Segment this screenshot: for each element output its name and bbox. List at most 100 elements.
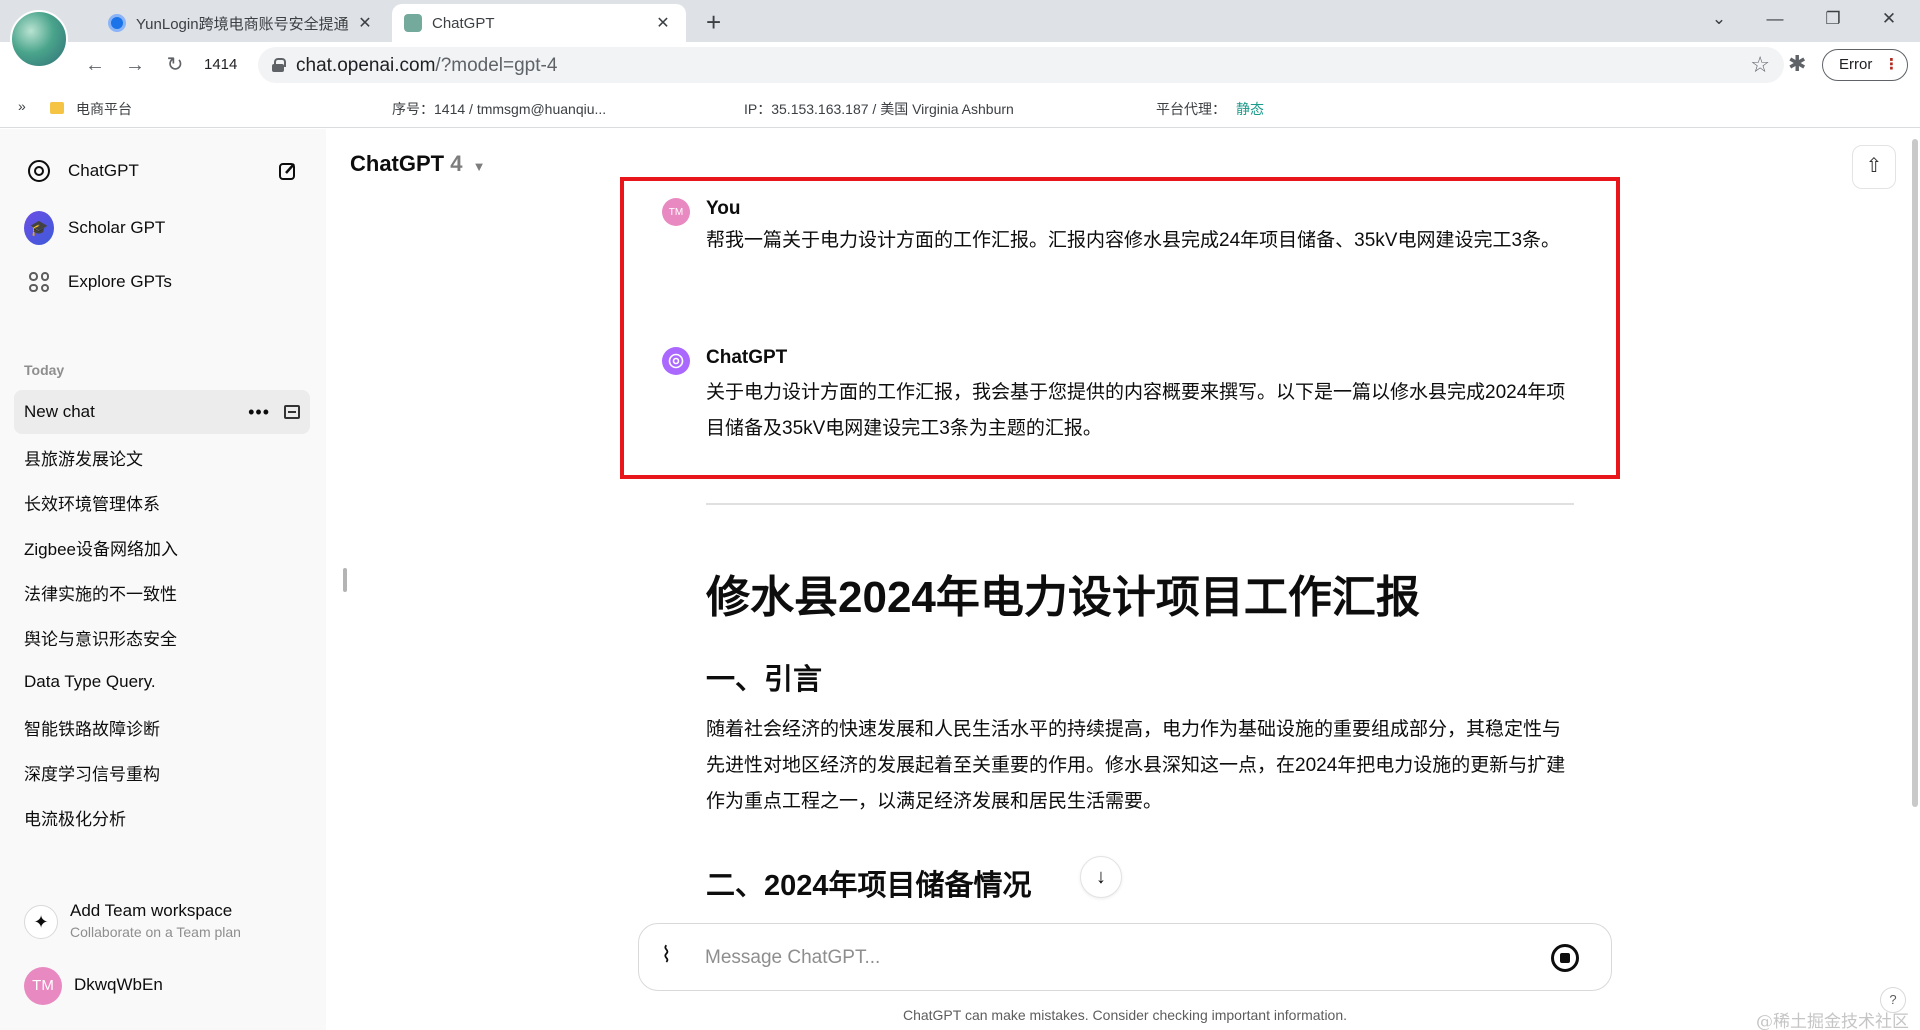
extensions-puzzle-icon[interactable]: ✱ bbox=[1788, 51, 1806, 77]
chat-item-active[interactable]: New chat ••• bbox=[14, 390, 310, 434]
user-message: TM You 帮我一篇关于电力设计方面的工作汇报。汇报内容修水县完成24年项目储… bbox=[662, 198, 1582, 278]
stop-generating-button[interactable] bbox=[1551, 944, 1579, 972]
profile-error-button[interactable]: Error ⋮ bbox=[1822, 49, 1908, 81]
paperclip-attach-icon[interactable]: ⌇ bbox=[661, 942, 672, 968]
model-selector[interactable]: ChatGPT 4 ▼ bbox=[350, 151, 486, 177]
report-title: 修水县2024年电力设计项目工作汇报 bbox=[706, 573, 1420, 622]
sidebar-item-explore-gpts[interactable]: Explore GPTs bbox=[14, 260, 310, 304]
chat-item[interactable]: 舆论与意识形态安全 bbox=[14, 615, 310, 659]
chat-item-label: 法律实施的不一致性 bbox=[24, 584, 177, 604]
browser-tab-bar: YunLogin跨境电商账号安全提通 ✕ ChatGPT ✕ + ⌄ — ❐ ✕ bbox=[0, 0, 1920, 68]
ip-info: IP：35.153.163.187 / 美国 Virginia Ashburn bbox=[744, 101, 1014, 117]
chevron-down-icon: ▼ bbox=[472, 159, 486, 174]
url-text[interactable]: chat.openai.com/?model=gpt-4 bbox=[296, 55, 557, 77]
disclaimer-text: ChatGPT can make mistakes. Consider chec… bbox=[902, 1007, 1348, 1023]
section-today: Today bbox=[24, 362, 65, 378]
scrollbar[interactable] bbox=[1910, 129, 1920, 829]
reload-icon[interactable]: ↻ bbox=[160, 50, 190, 80]
forward-arrow-icon[interactable]: → bbox=[120, 50, 150, 80]
bookmarks-bar: » 电商平台 序号：1414 / tmmsgm@huanqiu... IP：35… bbox=[0, 88, 1920, 128]
message-text: 帮我一篇关于电力设计方面的工作汇报。汇报内容修水县完成24年项目储备、35kV电… bbox=[706, 230, 1561, 251]
chat-item-label: 电流极化分析 bbox=[24, 809, 126, 829]
add-team-workspace-button[interactable]: ✦ Add Team workspace Collaborate on a Te… bbox=[24, 897, 314, 947]
share-upload-icon[interactable]: ⇧ bbox=[1852, 145, 1896, 189]
app-name: ChatGPT bbox=[68, 161, 139, 180]
chat-item-label: Data Type Query. bbox=[24, 672, 156, 691]
tab-title: ChatGPT bbox=[432, 14, 495, 32]
tab-title: YunLogin跨境电商账号安全提通 bbox=[136, 15, 349, 33]
error-label: Error bbox=[1839, 56, 1873, 73]
new-tab-plus-icon[interactable]: + bbox=[706, 8, 721, 36]
proxy-label: 平台代理： bbox=[1156, 101, 1226, 117]
bookmark-star-icon[interactable]: ☆ bbox=[1750, 52, 1770, 78]
chat-item[interactable]: 长效环境管理体系 bbox=[14, 480, 310, 524]
chat-item-label: 舆论与意识形态安全 bbox=[24, 629, 177, 649]
close-tab-icon[interactable]: ✕ bbox=[652, 13, 674, 33]
tab-number: 1414 bbox=[204, 56, 238, 73]
close-window-icon[interactable]: ✕ bbox=[1866, 6, 1912, 32]
chat-item[interactable]: 电流极化分析 bbox=[14, 795, 310, 839]
section-heading: 二、2024年项目储备情况 bbox=[706, 870, 1032, 902]
main-chat-area: ChatGPT 4 ▼ ⇧ TM You 帮我一篇关于电力设计方面的工作汇报。汇… bbox=[326, 129, 1920, 1030]
message-author: You bbox=[706, 198, 741, 219]
chat-item[interactable]: Zigbee设备网络加入 bbox=[14, 525, 310, 569]
sidebar-item-label: Explore GPTs bbox=[68, 272, 172, 291]
minimize-icon[interactable]: — bbox=[1752, 6, 1798, 32]
intro-paragraph: 随着社会经济的快速发展和人民生活水平的持续提高，电力作为基础设施的重要组成部分，… bbox=[706, 719, 1566, 812]
sidebar-resize-handle[interactable] bbox=[343, 568, 347, 592]
yunlogin-favicon-icon bbox=[108, 14, 126, 32]
sidebar-item-label: Scholar GPT bbox=[68, 218, 166, 237]
assistant-message: ChatGPT 关于电力设计方面的工作汇报，我会基于您提供的内容概要来撰写。以下… bbox=[662, 347, 1582, 457]
archive-icon[interactable] bbox=[284, 405, 300, 419]
chat-item-label: New chat bbox=[24, 402, 95, 421]
browser-toolbar: ← → ↻ 1414 chat.openai.com/?model=gpt-4 … bbox=[0, 42, 1920, 88]
chat-item-label: 长效环境管理体系 bbox=[24, 494, 160, 514]
scholar-gpt-icon: 🎓 bbox=[24, 211, 54, 245]
browser-tab-yunlogin[interactable]: YunLogin跨境电商账号安全提通 ✕ bbox=[96, 4, 388, 42]
back-arrow-icon[interactable]: ← bbox=[80, 50, 110, 80]
divider bbox=[706, 503, 1574, 505]
message-composer: ⌇ bbox=[638, 923, 1612, 991]
chat-item[interactable]: Data Type Query. bbox=[14, 660, 310, 704]
user-name: DkwqWbEn bbox=[74, 975, 163, 994]
kebab-menu-icon[interactable]: ⋮ bbox=[1884, 50, 1899, 80]
browser-tab-chatgpt[interactable]: ChatGPT ✕ bbox=[392, 4, 686, 42]
chat-history-list: New chat ••• 县旅游发展论文 长效环境管理体系 Zigbee设备网络… bbox=[14, 390, 310, 840]
address-bar[interactable]: chat.openai.com/?model=gpt-4 ☆ bbox=[258, 47, 1784, 83]
tab-search-chevron-icon[interactable]: ⌄ bbox=[1696, 6, 1742, 32]
url-host: chat.openai.com bbox=[296, 55, 436, 76]
user-account-button[interactable]: TM DkwqWbEn bbox=[24, 965, 314, 1005]
restore-window-icon[interactable]: ❐ bbox=[1810, 6, 1856, 32]
chat-item[interactable]: 法律实施的不一致性 bbox=[14, 570, 310, 614]
model-version: 4 bbox=[450, 151, 463, 176]
sidebar-chatgpt-home[interactable]: ChatGPT bbox=[14, 149, 310, 193]
chat-item[interactable]: 县旅游发展论文 bbox=[14, 435, 310, 479]
more-options-icon[interactable]: ••• bbox=[248, 402, 270, 423]
lock-icon[interactable] bbox=[272, 58, 286, 72]
folder-icon bbox=[50, 102, 64, 114]
chat-item-label: Zigbee设备网络加入 bbox=[24, 539, 178, 559]
chatgpt-avatar-icon bbox=[662, 347, 690, 375]
watermark: @稀土掘金技术社区 bbox=[1756, 1012, 1909, 1030]
bookmark-folder-ecommerce[interactable]: 电商平台 bbox=[76, 99, 132, 119]
browser-profile-avatar[interactable] bbox=[10, 10, 68, 68]
openai-logo-icon bbox=[24, 156, 54, 186]
new-chat-edit-icon[interactable] bbox=[278, 161, 298, 181]
team-subtitle: Collaborate on a Team plan bbox=[70, 924, 241, 940]
sidebar-item-scholar-gpt[interactable]: 🎓 Scholar GPT bbox=[14, 206, 310, 250]
bookmarks-more-chevron-icon[interactable]: » bbox=[18, 98, 26, 114]
scroll-down-arrow-icon[interactable]: ↓ bbox=[1080, 856, 1122, 898]
message-text: 关于电力设计方面的工作汇报，我会基于您提供的内容概要来撰写。以下是一篇以修水县完… bbox=[706, 382, 1566, 439]
message-input[interactable] bbox=[705, 942, 1525, 974]
close-tab-icon[interactable]: ✕ bbox=[354, 13, 376, 33]
avatar: TM bbox=[24, 967, 62, 1005]
chat-item-label: 深度学习信号重构 bbox=[24, 764, 160, 784]
chatgpt-favicon-icon bbox=[404, 14, 422, 32]
chat-item-label: 智能铁路故障诊断 bbox=[24, 719, 160, 739]
url-path: /?model=gpt-4 bbox=[435, 55, 558, 76]
chat-item[interactable]: 深度学习信号重构 bbox=[14, 750, 310, 794]
model-name: ChatGPT bbox=[350, 151, 445, 176]
chat-item[interactable]: 智能铁路故障诊断 bbox=[14, 705, 310, 749]
proxy-value-link[interactable]: 静态 bbox=[1236, 99, 1264, 119]
explore-grid-icon bbox=[24, 267, 54, 297]
